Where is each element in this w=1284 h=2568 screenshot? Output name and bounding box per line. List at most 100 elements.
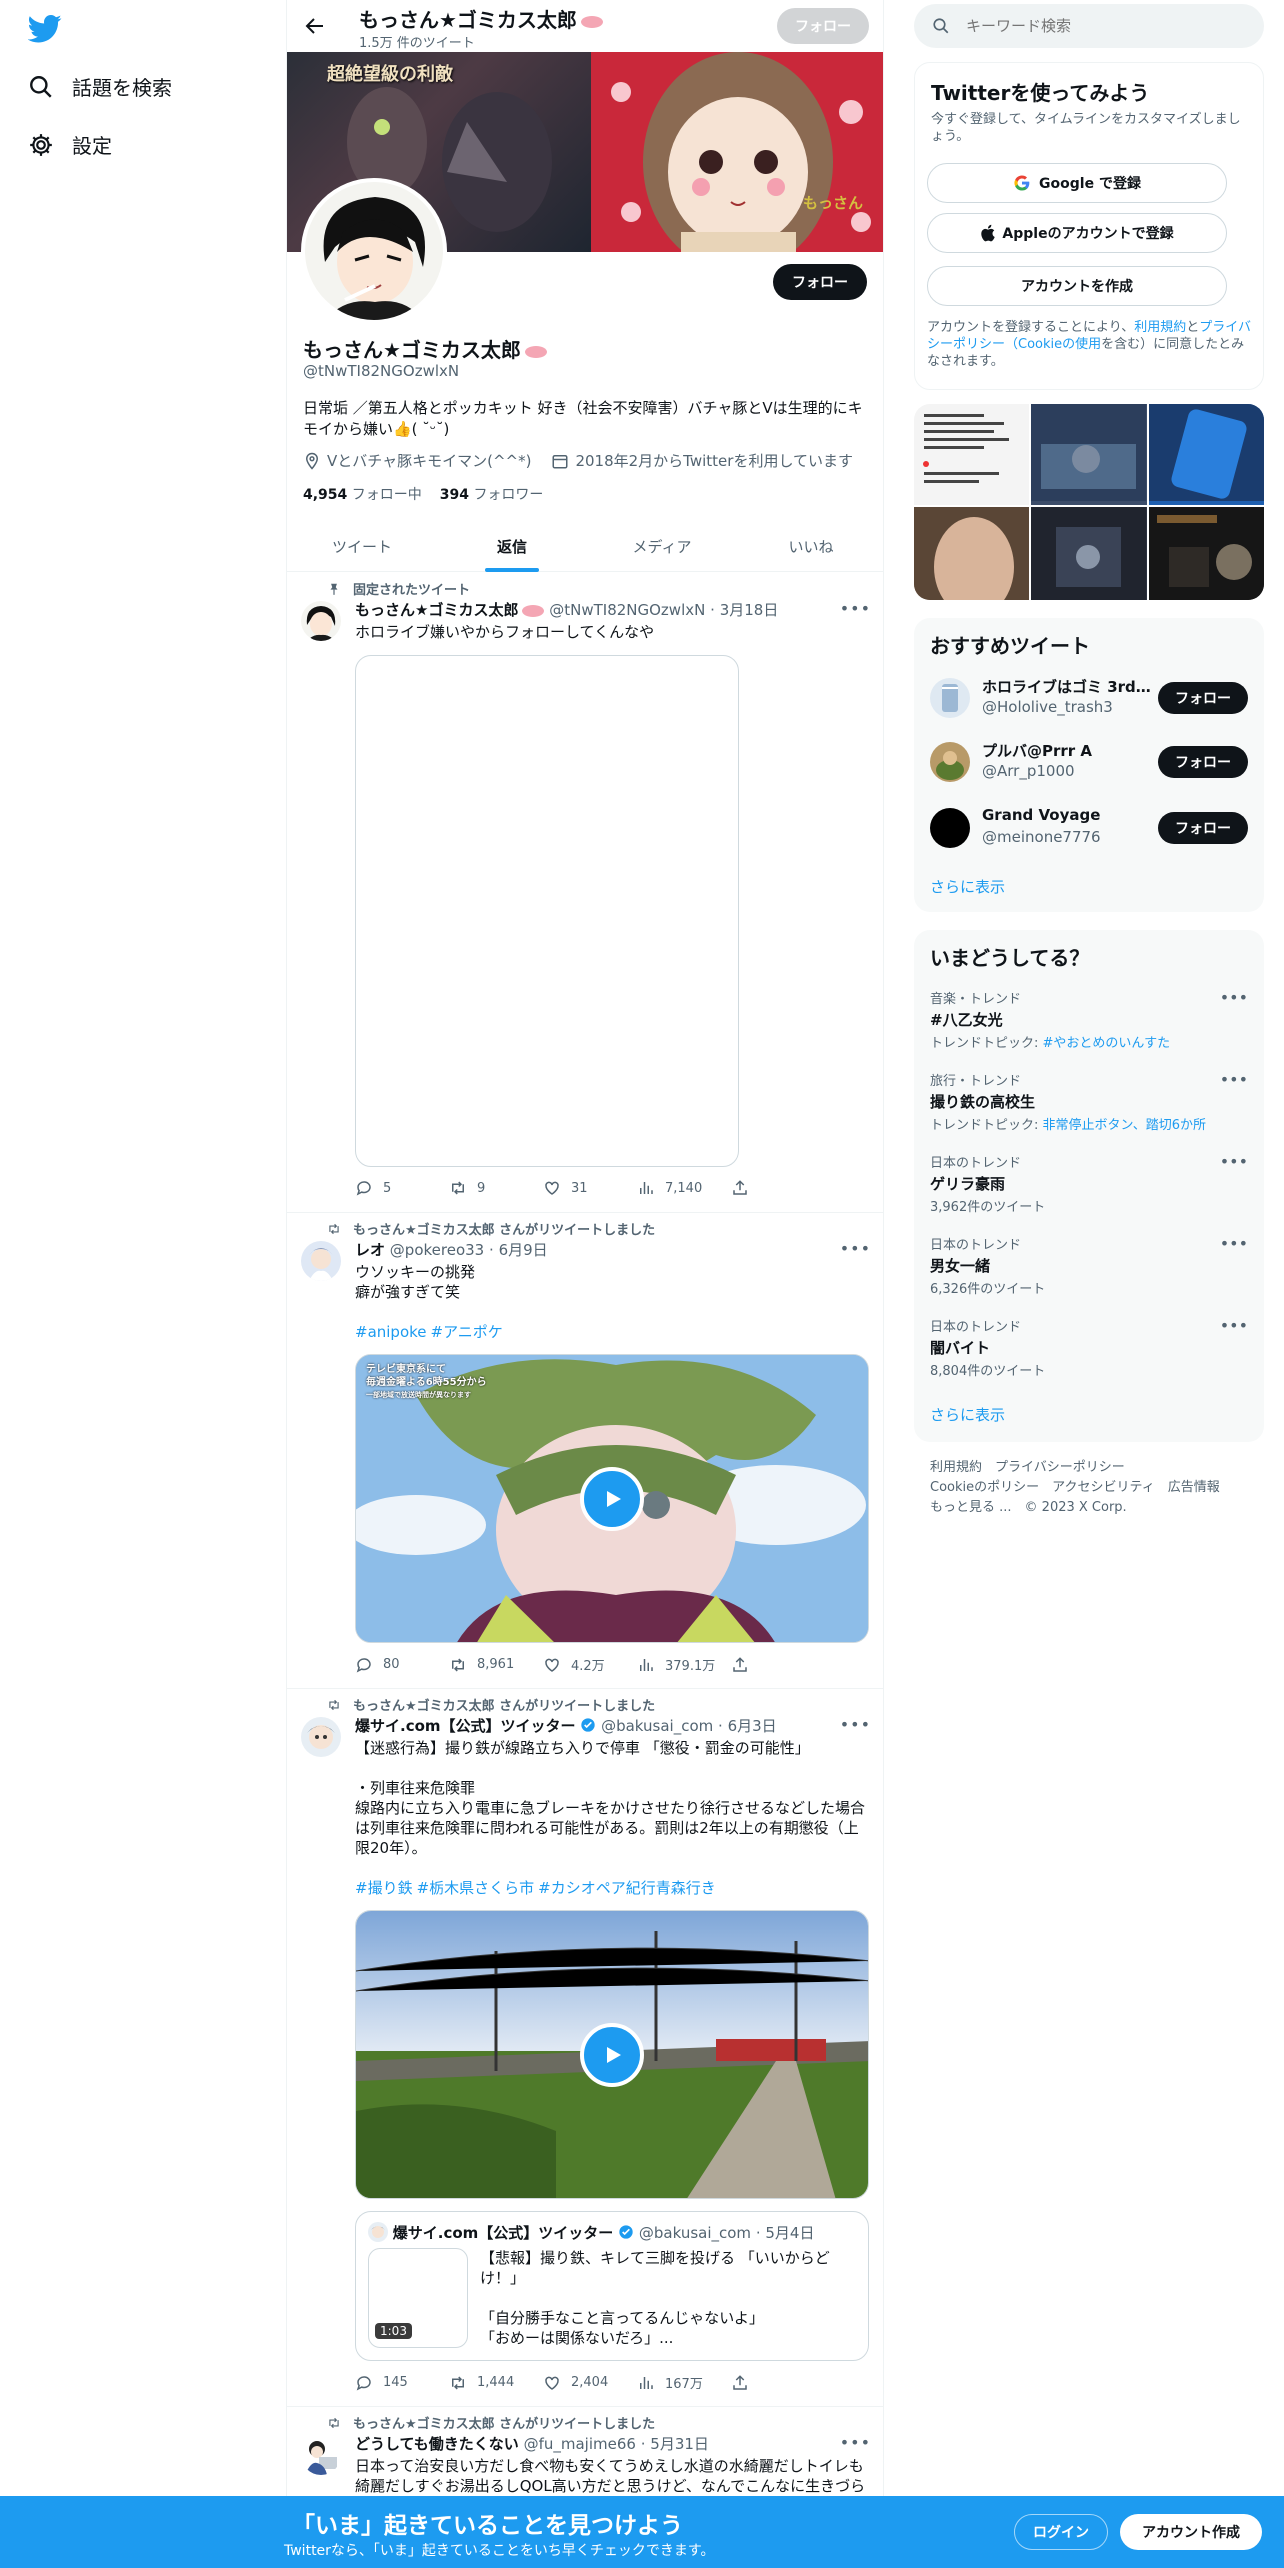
play-button[interactable] xyxy=(580,1466,644,1531)
reply-button[interactable]: 5 xyxy=(355,1179,449,1197)
hashtag-link[interactable]: #カシオペア紀行青森行き xyxy=(538,1879,716,1897)
follow-button[interactable]: フォロー xyxy=(1158,812,1248,844)
trends-show-more[interactable]: さらに表示 xyxy=(930,1404,1005,1425)
more-options-icon[interactable]: ••• xyxy=(1220,1152,1248,1171)
nav-settings[interactable]: 設定 xyxy=(28,130,112,159)
media-thumb[interactable] xyxy=(914,404,1030,505)
trend-topic-link[interactable]: 非常停止ボタン、踏切6か所 xyxy=(1043,1118,1207,1133)
tweet-video[interactable] xyxy=(355,1910,869,2199)
footer-cookie-link[interactable]: Cookieのポリシー xyxy=(930,1480,1039,1495)
header-follow-button[interactable]: フォロー xyxy=(777,8,869,44)
hashtag-link[interactable]: #アニポケ xyxy=(431,1323,503,1341)
recommended-user[interactable]: Grand Voyage @meinone7776 フォロー xyxy=(930,798,1248,858)
views-button[interactable]: 379.1万 xyxy=(637,1655,731,1674)
more-options-icon[interactable]: ••• xyxy=(840,1715,871,1734)
more-options-icon[interactable]: ••• xyxy=(840,1239,871,1258)
play-button[interactable] xyxy=(580,2022,644,2087)
tweet-author-handle[interactable]: @bakusai_com xyxy=(601,1717,713,1735)
login-button[interactable]: ログイン xyxy=(1014,2514,1108,2550)
trend-topic-link[interactable]: #やおとめのいんすた xyxy=(1043,1036,1171,1051)
followers-link[interactable]: 394 フォロワー xyxy=(440,484,544,504)
following-link[interactable]: 4,954 フォロー中 xyxy=(303,484,422,504)
tweet-video[interactable]: テレビ東京系にて 毎週金曜よる6時55分から 一部地域で放送時間が異なります xyxy=(355,1354,869,1643)
footer-terms-link[interactable]: 利用規約 xyxy=(930,1460,982,1475)
nav-explore[interactable]: 話題を検索 xyxy=(28,72,172,101)
tweet-date[interactable]: 3月18日 xyxy=(720,601,779,619)
signup-button[interactable]: アカウント作成 xyxy=(1120,2514,1262,2550)
follow-button[interactable]: フォロー xyxy=(1158,746,1248,778)
like-button[interactable]: 4.2万 xyxy=(543,1655,637,1674)
trend-item[interactable]: 日本のトレンド 男女一緒 6,326件のツイート ••• xyxy=(930,1234,1248,1297)
share-button[interactable] xyxy=(731,2373,825,2392)
more-options-icon[interactable]: ••• xyxy=(1220,1070,1248,1089)
hashtag-link[interactable]: #撮り鉄 xyxy=(355,1879,413,1897)
reply-button[interactable]: 145 xyxy=(355,2373,449,2392)
footer-ads-link[interactable]: 広告情報 xyxy=(1168,1480,1220,1495)
tweet-pinned[interactable]: 固定されたツイート もっさん★ゴミカス太郎 @tNwTI82NGOzwlxN ·… xyxy=(287,573,883,1213)
profile-follow-button[interactable]: フォロー xyxy=(773,264,867,300)
back-arrow-icon[interactable] xyxy=(303,14,327,38)
tab-replies[interactable]: 返信 xyxy=(437,520,587,572)
quote-tweet[interactable]: 爆サイ.com【公式】ツイッター @bakusai_com · 5月4日 1:0… xyxy=(355,2211,869,2361)
media-thumb[interactable] xyxy=(914,507,1030,600)
footer-privacy-link[interactable]: プライバシーポリシー xyxy=(995,1460,1125,1475)
tweet-retweet-bakusai[interactable]: もっさん★ゴミカス太郎 さんがリツイートしました 爆サイ.com【公式】ツイッタ… xyxy=(287,1689,883,2407)
twitter-logo-icon[interactable] xyxy=(27,14,62,44)
like-button[interactable]: 31 xyxy=(543,1179,637,1197)
views-button[interactable]: 7,140 xyxy=(637,1179,731,1197)
apple-signup-button[interactable]: Appleのアカウントで登録 xyxy=(927,213,1227,253)
tweet-date[interactable]: 6月3日 xyxy=(728,1717,777,1735)
footer-accessibility-link[interactable]: アクセシビリティ xyxy=(1052,1480,1155,1495)
search-box[interactable] xyxy=(914,4,1264,48)
more-options-icon[interactable]: ••• xyxy=(840,2433,871,2452)
media-thumb[interactable] xyxy=(1148,404,1264,505)
hashtag-link[interactable]: #栃木県さくら市 xyxy=(417,1879,535,1897)
tweet-author-name[interactable]: もっさん★ゴミカス太郎 xyxy=(355,601,518,619)
cookie-link[interactable]: （Cookieの使用 xyxy=(1005,337,1101,352)
media-thumb[interactable] xyxy=(1148,507,1264,600)
terms-link[interactable]: 利用規約 xyxy=(1134,320,1186,335)
tweet-author-handle[interactable]: @tNwTI82NGOzwlxN xyxy=(549,601,705,619)
media-thumb[interactable] xyxy=(1031,404,1147,505)
tweet-media-placeholder[interactable] xyxy=(355,655,739,1167)
recommended-user[interactable]: プルバ@Prrr A @Arr_p1000 フォロー xyxy=(930,732,1248,792)
trend-item[interactable]: 旅行・トレンド 撮り鉄の高校生 トレンドトピック: 非常停止ボタン、踏切6か所 … xyxy=(930,1070,1248,1133)
tweet-retweet-reo[interactable]: もっさん★ゴミカス太郎 さんがリツイートしました レオ @pokereo33 ·… xyxy=(287,1213,883,1689)
google-signup-button[interactable]: Google で登録 xyxy=(927,163,1227,203)
tweet-author-handle[interactable]: @fu_majime66 xyxy=(524,2435,636,2453)
media-thumb[interactable] xyxy=(1031,507,1147,600)
retweet-button[interactable]: 9 xyxy=(449,1179,543,1197)
tweet-author-name[interactable]: レオ xyxy=(355,1241,385,1259)
share-button[interactable] xyxy=(731,1179,825,1197)
tweet-avatar[interactable] xyxy=(301,2435,341,2475)
create-account-button[interactable]: アカウントを作成 xyxy=(927,266,1227,306)
profile-avatar[interactable] xyxy=(301,178,447,324)
reply-button[interactable]: 80 xyxy=(355,1655,449,1674)
tweet-avatar[interactable] xyxy=(301,1241,341,1281)
views-button[interactable]: 167万 xyxy=(637,2373,731,2392)
retweet-button[interactable]: 8,961 xyxy=(449,1655,543,1674)
like-button[interactable]: 2,404 xyxy=(543,2373,637,2392)
tweet-avatar[interactable] xyxy=(301,601,341,641)
tweet-author-name[interactable]: どうしても働きたくない xyxy=(355,2435,519,2453)
tweet-date[interactable]: 6月9日 xyxy=(499,1241,548,1259)
more-options-icon[interactable]: ••• xyxy=(840,599,871,618)
footer-more-link[interactable]: もっと見る ... xyxy=(930,1500,1012,1515)
tweet-avatar[interactable] xyxy=(301,1717,341,1757)
tweet-author-name[interactable]: 爆サイ.com【公式】ツイッター xyxy=(355,1717,576,1735)
tweet-date[interactable]: 5月31日 xyxy=(650,2435,709,2453)
follow-button[interactable]: フォロー xyxy=(1158,682,1248,714)
tab-tweets[interactable]: ツイート xyxy=(287,520,437,572)
tab-likes[interactable]: いいね xyxy=(737,520,883,572)
recommend-show-more[interactable]: さらに表示 xyxy=(930,876,1005,897)
trend-item[interactable]: 日本のトレンド 闇バイト 8,804件のツイート ••• xyxy=(930,1316,1248,1379)
more-options-icon[interactable]: ••• xyxy=(1220,1316,1248,1335)
tab-media[interactable]: メディア xyxy=(587,520,737,572)
search-input[interactable] xyxy=(966,17,1236,35)
recommended-user[interactable]: ホロライブはゴミ 3rd... @Hololive_trash3 フォロー xyxy=(930,668,1248,728)
trend-item[interactable]: 日本のトレンド ゲリラ豪雨 3,962件のツイート ••• xyxy=(930,1152,1248,1215)
trend-item[interactable]: 音楽・トレンド #八乙女光 トレンドトピック: #やおとめのいんすた ••• xyxy=(930,988,1248,1051)
retweet-button[interactable]: 1,444 xyxy=(449,2373,543,2392)
share-button[interactable] xyxy=(731,1655,825,1674)
hashtag-link[interactable]: #anipoke xyxy=(355,1323,427,1341)
